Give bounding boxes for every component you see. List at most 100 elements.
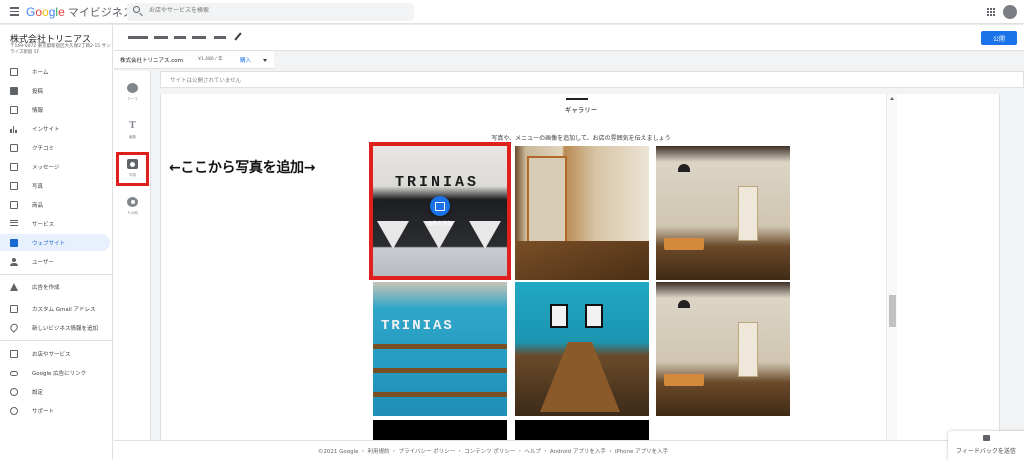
tool-other[interactable]: その他 xyxy=(114,193,151,223)
sidebar-item-label: 新しいビジネス情報を追加 xyxy=(32,325,99,332)
sidebar-item-info[interactable]: 情報 xyxy=(0,101,110,118)
blurred-toolbar-item xyxy=(128,36,148,39)
sidebar-item-label: お店やサービス xyxy=(32,351,71,358)
sidebar-divider xyxy=(0,340,113,341)
gallery-photo[interactable]: TRINIAS xyxy=(373,282,507,416)
buy-domain-link[interactable]: 購入 xyxy=(240,56,251,64)
sidebar-item-settings[interactable]: 設定 xyxy=(0,383,110,400)
store-icon xyxy=(10,105,18,114)
notice-text: サイトは公開されていません xyxy=(170,78,242,84)
feedback-button[interactable]: フィードバックを送信 xyxy=(948,431,1024,460)
apps-grid-icon[interactable] xyxy=(987,8,995,16)
sidebar-divider xyxy=(0,274,113,275)
logo-letter: e xyxy=(58,5,65,19)
sidebar-item-gmail[interactable]: カスタム Gmail アドレス xyxy=(0,300,110,317)
sidebar-item-label: メッセージ xyxy=(32,164,60,171)
sidebar-item-add-business[interactable]: 新しいビジネス情報を追加 xyxy=(0,319,110,336)
sidebar-item-label: インサイト xyxy=(32,126,60,133)
sidebar-item-insights[interactable]: インサイト xyxy=(0,120,110,137)
photo-detail xyxy=(373,392,507,397)
logo-letter: G xyxy=(26,5,36,19)
photo-detail xyxy=(738,186,758,241)
editor-tools: テーマ T 編集 写真 その他 xyxy=(114,71,151,460)
sidebar: 株式会社トリニアス 〒169-0072 東京都新宿区大久保2丁目2-15 サンラ… xyxy=(0,25,113,460)
sidebar-item-label: 写真 xyxy=(32,183,44,190)
reviews-icon xyxy=(10,143,18,152)
businesses-icon xyxy=(10,349,18,358)
photo-detail xyxy=(373,344,507,349)
domain-name: 株式会社トリニアス.com xyxy=(120,58,183,64)
add-photo-highlight xyxy=(369,142,511,280)
preview-scrollbar[interactable] xyxy=(886,94,897,440)
gallery-photo[interactable] xyxy=(515,146,649,280)
business-address: 〒169-0072 東京都新宿区大久保2丁目2-15 サンライズ新宿 5F xyxy=(10,44,111,55)
sidebar-item-products[interactable]: 商品 xyxy=(0,196,110,213)
sidebar-item-businesses[interactable]: お店やサービス xyxy=(0,345,110,362)
photo-detail xyxy=(373,368,507,373)
domain-price: ¥1,480 / 年 xyxy=(198,57,223,62)
scroll-up-arrow-icon[interactable] xyxy=(890,97,894,100)
sidebar-item-services[interactable]: サービス xyxy=(0,215,110,232)
sidebar-item-messages[interactable]: メッセージ xyxy=(0,158,110,175)
feedback-icon xyxy=(983,435,990,441)
gallery-photo[interactable] xyxy=(656,146,790,280)
sidebar-item-posts[interactable]: 投稿 xyxy=(0,82,110,99)
insights-icon xyxy=(10,125,18,133)
unpublished-notice: サイトは公開されていません xyxy=(160,71,1024,88)
home-icon xyxy=(10,67,18,76)
chevron-down-icon[interactable] xyxy=(263,59,267,62)
sidebar-item-website[interactable]: ウェブサイト xyxy=(0,234,110,251)
sidebar-item-users[interactable]: ユーザー xyxy=(0,253,110,270)
photo-detail xyxy=(738,322,758,377)
gmail-icon xyxy=(10,304,18,313)
services-icon xyxy=(10,219,18,228)
google-my-business-logo[interactable]: Google マイビジネス xyxy=(26,4,134,20)
gallery-photo[interactable] xyxy=(515,282,649,416)
photo-detail xyxy=(678,300,690,308)
sidebar-item-create-ad[interactable]: 広告を作成 xyxy=(0,278,110,295)
sidebar-item-label: 設定 xyxy=(32,389,44,396)
photo-detail xyxy=(550,304,568,328)
search-input[interactable] xyxy=(149,7,399,14)
sidebar-item-label: ウェブサイト xyxy=(32,240,66,247)
sidebar-item-label: 情報 xyxy=(32,107,44,114)
sidebar-item-reviews[interactable]: クチコミ xyxy=(0,139,110,156)
account-avatar[interactable] xyxy=(1003,5,1017,19)
sidebar-item-link-ads[interactable]: Google 広告にリンク xyxy=(0,364,110,381)
link-icon xyxy=(10,370,18,376)
photo-detail xyxy=(585,304,603,328)
sidebar-item-label: 広告を作成 xyxy=(32,284,60,291)
tool-edit[interactable]: T 編集 xyxy=(114,117,151,147)
menu-icon[interactable] xyxy=(10,7,19,16)
sidebar-item-home[interactable]: ホーム xyxy=(0,63,110,80)
help-icon xyxy=(10,406,18,415)
sidebar-item-label: 商品 xyxy=(32,202,44,209)
photos-icon xyxy=(10,181,18,190)
feedback-label: フィードバックを送信 xyxy=(956,448,1016,455)
gallery-photo[interactable] xyxy=(373,420,507,440)
sidebar-item-support[interactable]: サポート xyxy=(0,402,110,419)
gallery-photo[interactable] xyxy=(656,282,790,416)
palette-icon xyxy=(127,83,138,93)
photo-tool-highlight xyxy=(116,152,149,186)
sidebar-item-label: カスタム Gmail アドレス xyxy=(32,306,96,313)
location-icon xyxy=(8,322,20,333)
gallery-photo[interactable] xyxy=(515,420,649,440)
photo-detail xyxy=(664,374,704,386)
sidebar-item-label: ユーザー xyxy=(32,259,54,266)
footer-links[interactable]: ©2021 Google ・ 利用規約 ・ プライバシー ポリシー ・ コンテン… xyxy=(114,447,872,455)
scroll-thumb[interactable] xyxy=(889,295,896,327)
logo-letter: o xyxy=(42,5,49,19)
edit-icon[interactable] xyxy=(234,32,242,41)
search-bar[interactable] xyxy=(127,3,414,21)
sidebar-item-label: 投稿 xyxy=(32,88,44,95)
publish-button[interactable]: 公開 xyxy=(981,31,1017,45)
text-icon: T xyxy=(129,120,136,131)
photo-detail xyxy=(678,164,690,172)
tool-theme[interactable]: テーマ xyxy=(114,79,151,109)
sidebar-item-label: ホーム xyxy=(32,69,49,76)
sidebar-item-photos[interactable]: 写真 xyxy=(0,177,110,194)
website-icon xyxy=(10,238,18,247)
top-app-bar: Google マイビジネス xyxy=(0,0,1024,24)
domain-bar[interactable]: 株式会社トリニアス.com ¥1,480 / 年 購入 xyxy=(114,51,274,69)
